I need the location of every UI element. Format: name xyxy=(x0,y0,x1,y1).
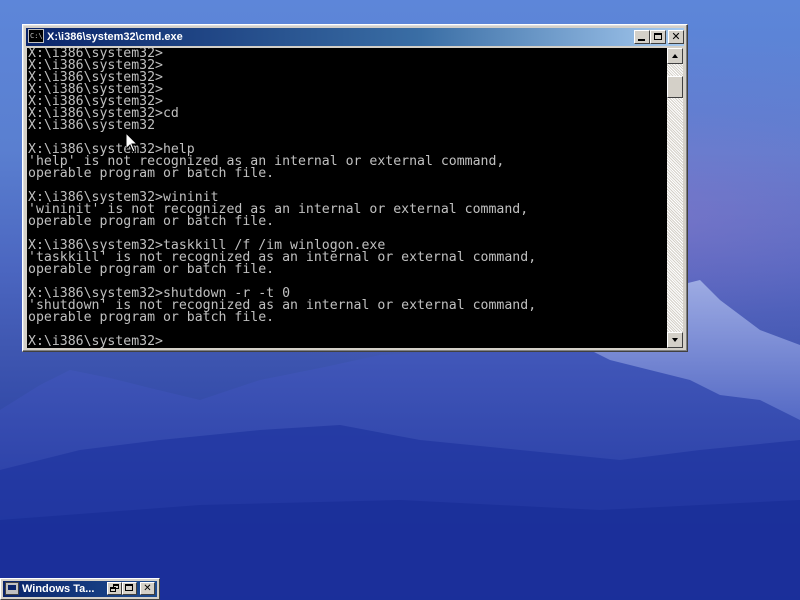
minimized-window-titlebar[interactable]: Windows Ta... ✕ xyxy=(3,581,157,597)
minimized-task-manager-window[interactable]: Windows Ta... ✕ xyxy=(0,578,160,600)
restore-icon xyxy=(110,584,119,592)
console-line: operable program or batch file. xyxy=(28,310,275,325)
console-line: operable program or batch file. xyxy=(28,262,275,277)
console-app-icon[interactable]: C:\ xyxy=(28,29,44,43)
console-line: operable program or batch file. xyxy=(28,166,275,181)
mouse-pointer-icon xyxy=(126,133,138,153)
restore-button[interactable] xyxy=(107,582,122,595)
maximize-button[interactable] xyxy=(122,582,137,595)
maximize-button[interactable] xyxy=(650,30,666,44)
close-button[interactable]: ✕ xyxy=(668,30,684,44)
console-line: X:\i386\system32 xyxy=(28,118,156,133)
window-title: X:\i386\system32\cmd.exe xyxy=(47,31,183,43)
console-window[interactable]: C:\ X:\i386\system32\cmd.exe ✕ X:\i386\s… xyxy=(22,24,688,352)
vertical-scrollbar[interactable] xyxy=(667,48,683,348)
maximize-icon xyxy=(654,33,662,40)
maximize-icon xyxy=(125,584,133,591)
arrow-down-icon xyxy=(672,338,678,342)
command-prompt-line[interactable]: X:\i386\system32> xyxy=(27,335,667,348)
console-titlebar[interactable]: C:\ X:\i386\system32\cmd.exe ✕ xyxy=(26,28,684,46)
minimize-icon xyxy=(638,39,645,41)
task-manager-icon xyxy=(5,582,19,595)
arrow-up-icon xyxy=(672,54,678,58)
console-output[interactable]: X:\i386\system32> X:\i386\system32> X:\i… xyxy=(27,48,667,348)
minimize-button[interactable] xyxy=(634,30,650,44)
scroll-down-button[interactable] xyxy=(667,332,683,348)
scroll-thumb[interactable] xyxy=(667,76,683,98)
scroll-up-button[interactable] xyxy=(667,48,683,64)
close-icon: ✕ xyxy=(143,583,152,594)
console-line: operable program or batch file. xyxy=(28,214,275,229)
close-button[interactable]: ✕ xyxy=(140,582,155,595)
close-icon: ✕ xyxy=(671,30,681,43)
minimized-window-title: Windows Ta... xyxy=(22,583,95,595)
